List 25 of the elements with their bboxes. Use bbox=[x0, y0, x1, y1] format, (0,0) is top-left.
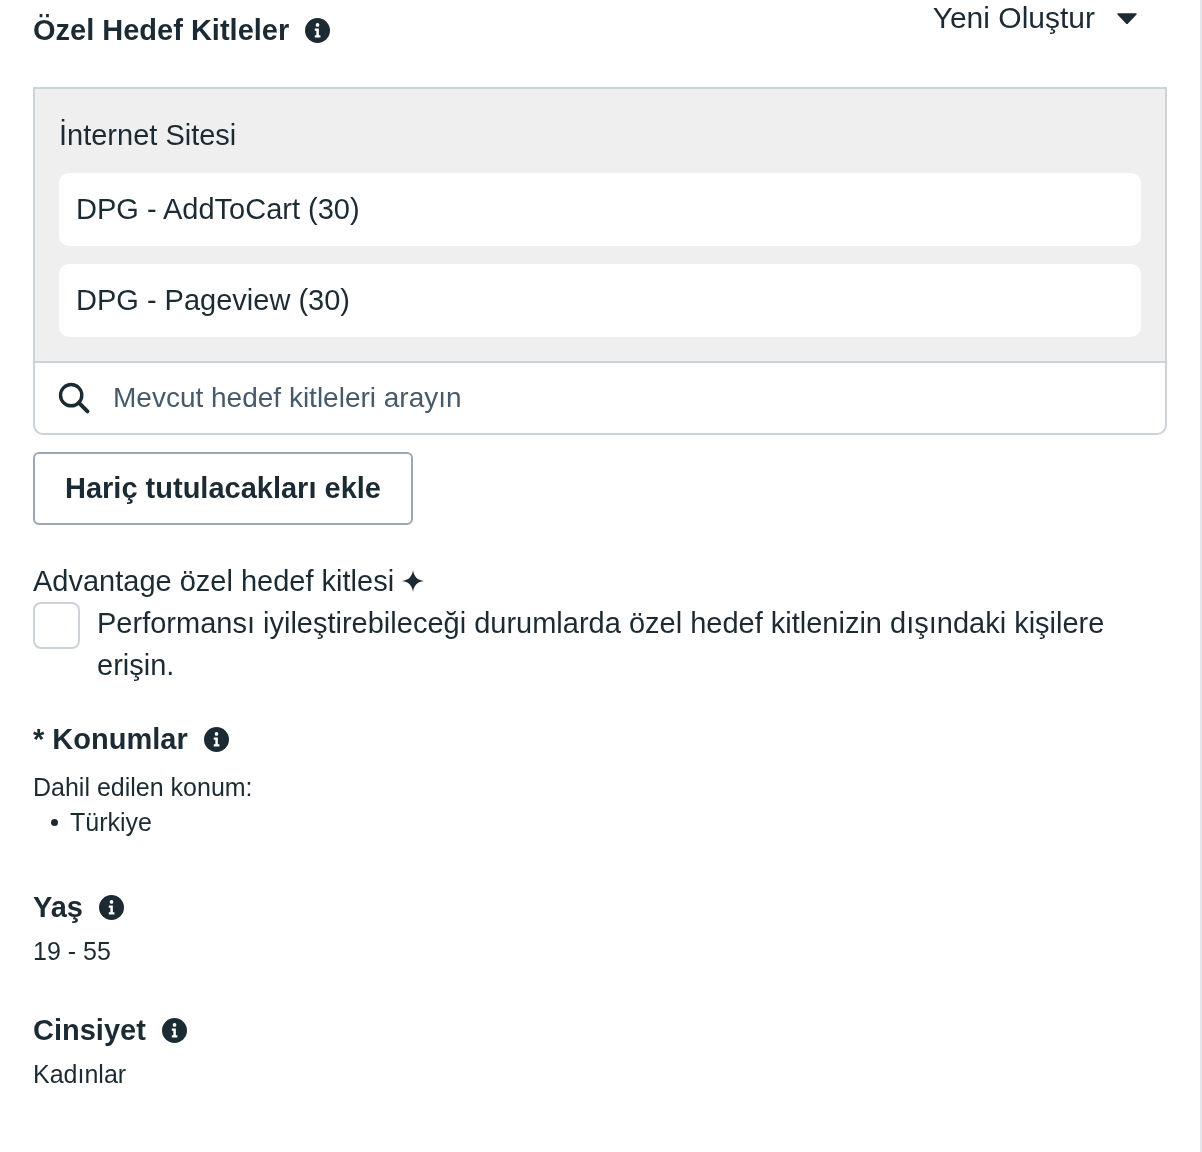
field-heading: Yaş bbox=[33, 890, 83, 925]
audience-item[interactable]: DPG - Pageview (30) bbox=[59, 264, 1141, 337]
field-heading: * Konumlar bbox=[33, 722, 188, 757]
field-subtitle: Dahil edilen konum: bbox=[33, 772, 253, 803]
bullet-icon bbox=[51, 819, 58, 826]
field-value: Kadınlar bbox=[33, 1059, 127, 1090]
location-item: Türkiye bbox=[70, 807, 152, 838]
section-title: Özel Hedef Kitleler bbox=[33, 13, 290, 48]
field-value: 19 - 55 bbox=[33, 936, 111, 967]
info-icon[interactable] bbox=[203, 726, 229, 752]
caret-icon bbox=[1117, 12, 1137, 24]
advantage-title: Advantage özel hedef kitlesi bbox=[33, 564, 395, 599]
info-icon[interactable] bbox=[305, 17, 331, 43]
add-exclusions-button[interactable]: Hariç tutulacakları ekle bbox=[33, 452, 413, 525]
search-field[interactable]: Mevcut hedef kitleleri arayın bbox=[113, 363, 1165, 433]
sparkle-icon bbox=[402, 570, 425, 592]
group-label: İnternet Sitesi bbox=[59, 118, 237, 153]
field-heading: Cinsiyet bbox=[33, 1013, 146, 1048]
checkbox-label: Performansı iyileştirebileceği durumlarda özel hedef kitlenizin dışındaki kişilere erişin. bbox=[97, 606, 1106, 683]
create-new-dropdown[interactable]: Yeni Oluştur bbox=[932, 0, 1137, 36]
info-icon[interactable] bbox=[99, 894, 124, 920]
info-icon[interactable] bbox=[161, 1017, 187, 1043]
search-icon bbox=[57, 381, 91, 415]
checkbox[interactable] bbox=[33, 602, 80, 649]
audience-item[interactable]: DPG - AddToCart (30) bbox=[59, 173, 1141, 246]
